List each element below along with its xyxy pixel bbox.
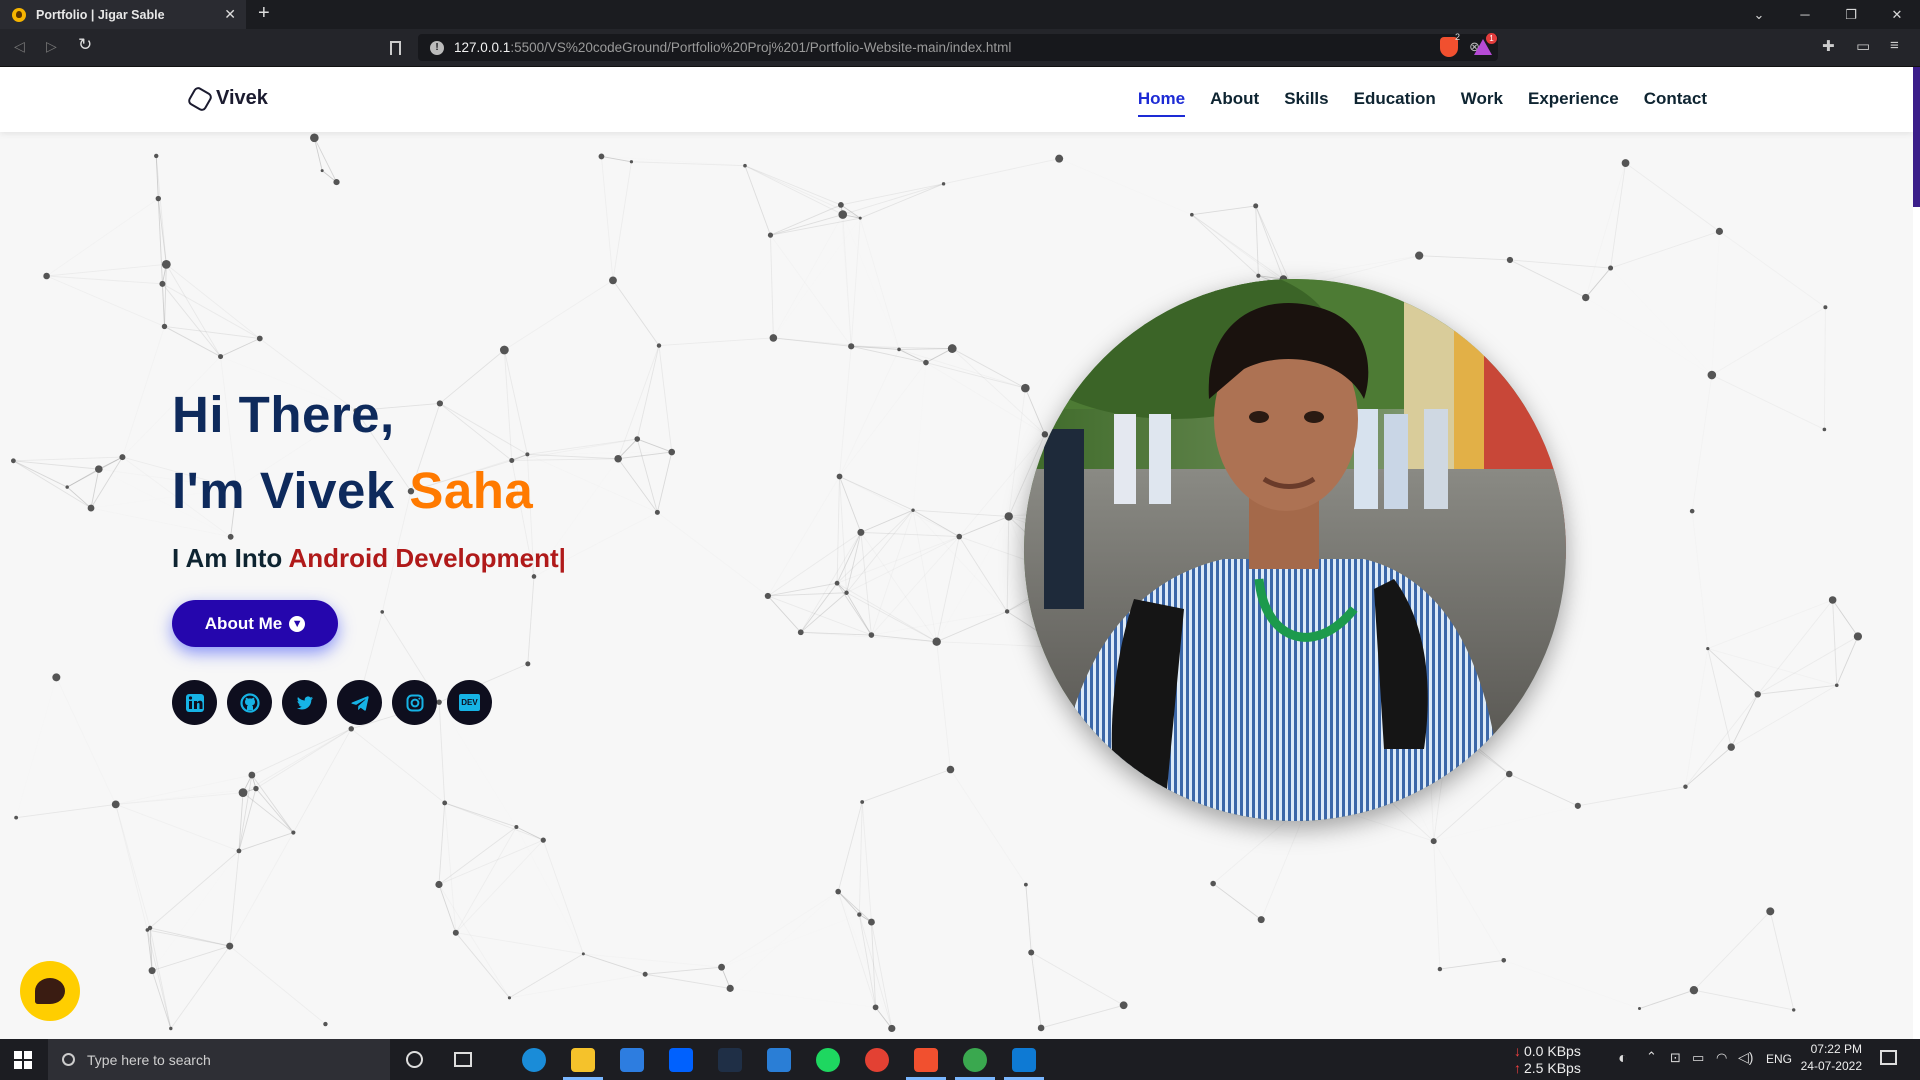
site-header: Vivek Home About Skills Education Work E…	[0, 67, 1913, 132]
clock-date: 24-07-2022	[1800, 1059, 1862, 1073]
spotify-icon[interactable]	[816, 1048, 840, 1072]
profile-photo	[1024, 279, 1566, 821]
forward-icon[interactable]: ▷	[46, 38, 57, 55]
cortana-icon[interactable]	[406, 1051, 423, 1068]
about-me-label: About Me	[204, 613, 283, 633]
hero-intro: I Am Into Android Development|	[172, 543, 566, 574]
reload-icon[interactable]: ↻	[78, 35, 92, 55]
browser-tab[interactable]: Portfolio | Jigar Sable ✕	[0, 0, 246, 29]
ms-store-icon[interactable]	[620, 1048, 644, 1072]
search-icon	[62, 1053, 75, 1066]
linkedin-icon[interactable]	[172, 680, 217, 725]
device-icon[interactable]: ⊡	[1670, 1050, 1681, 1066]
battery-icon[interactable]: ▭	[1692, 1050, 1704, 1066]
logo-text: Vivek	[216, 87, 268, 109]
minimize-button[interactable]: ─	[1782, 0, 1828, 29]
address-bar[interactable]: ! 127.0.0.1 :5500/VS%20codeGround/Portfo…	[418, 34, 1498, 61]
tab-favicon-icon	[12, 7, 26, 22]
edge-canary-icon[interactable]	[963, 1048, 987, 1072]
logo-icon	[186, 84, 214, 113]
instagram-icon[interactable]	[392, 680, 437, 725]
browser-toolbar: ◁ ▷ ↻ ! 127.0.0.1 :5500/VS%20codeGround/…	[0, 29, 1920, 67]
bookmark-icon[interactable]	[390, 41, 401, 55]
dev-label: DEV	[459, 694, 480, 711]
alert-badge: 1	[1486, 33, 1497, 44]
github-icon[interactable]	[227, 680, 272, 725]
extensions-icon[interactable]: ✚	[1822, 37, 1835, 55]
nav-work[interactable]: Work	[1461, 89, 1503, 117]
nav-skills[interactable]: Skills	[1284, 89, 1328, 117]
hero-name-prefix: I'm Vivek	[172, 462, 410, 519]
nav-home[interactable]: Home	[1137, 89, 1186, 117]
page-scrollbar[interactable]	[1913, 67, 1920, 1039]
nav-contact[interactable]: Contact	[1644, 89, 1707, 117]
net-down-speed: 0.0 KBps	[1524, 1043, 1581, 1059]
notifications-icon[interactable]	[1880, 1050, 1897, 1065]
back-icon[interactable]: ◁	[14, 38, 25, 55]
file-explorer-icon[interactable]	[571, 1048, 595, 1072]
hero-name: I'm Vivek Saha	[172, 461, 533, 520]
taskbar-search-placeholder: Type here to search	[87, 1051, 211, 1068]
dev-icon[interactable]: DEV	[447, 680, 492, 725]
start-button[interactable]	[14, 1051, 32, 1069]
website-viewport: Vivek Home About Skills Education Work E…	[0, 67, 1920, 1039]
taskbar-search[interactable]: Type here to search	[48, 1039, 390, 1080]
net-up-speed: 2.5 KBps	[1524, 1060, 1581, 1076]
telegram-icon[interactable]	[337, 680, 382, 725]
site-info-icon[interactable]: !	[430, 40, 444, 55]
vscode-icon[interactable]	[1012, 1048, 1036, 1072]
hero-intro-prefix: I Am Into	[172, 543, 289, 573]
typed-text: Android Development|	[288, 543, 566, 573]
language-indicator[interactable]: ENG	[1766, 1052, 1792, 1066]
scrollbar-thumb[interactable]	[1913, 67, 1920, 207]
hero-greeting: Hi There,	[172, 386, 395, 443]
chat-icon	[35, 978, 65, 1004]
url-host: 127.0.0.1	[454, 40, 511, 55]
social-links: DEV	[172, 680, 492, 725]
tab-search-chevron-icon[interactable]: ⌄	[1736, 0, 1782, 29]
wallet-icon[interactable]: ▭	[1856, 37, 1870, 55]
brave-badge: 2	[1455, 32, 1461, 42]
nav-about[interactable]: About	[1210, 89, 1259, 117]
mail-icon[interactable]	[767, 1048, 791, 1072]
tab-close-icon[interactable]: ✕	[224, 6, 236, 23]
volume-icon[interactable]: ◁)	[1738, 1049, 1753, 1066]
hero-name-accent: Saha	[409, 462, 534, 519]
main-nav: Home About Skills Education Work Experie…	[1113, 89, 1707, 117]
restore-button[interactable]: ❐	[1828, 0, 1874, 29]
profile-photo-image	[1024, 279, 1566, 821]
brave-icon[interactable]	[914, 1048, 938, 1072]
nav-experience[interactable]: Experience	[1528, 89, 1619, 117]
chevron-up-icon[interactable]: ⌃	[1646, 1049, 1657, 1065]
task-view-icon[interactable]	[454, 1052, 472, 1067]
chrome-icon[interactable]	[865, 1048, 889, 1072]
tab-title: Portfolio | Jigar Sable	[36, 7, 165, 22]
arrow-down-icon: ▼	[289, 615, 306, 632]
flutter-icon[interactable]	[718, 1048, 742, 1072]
close-window-button[interactable]: ✕	[1874, 0, 1920, 29]
new-tab-button[interactable]: +	[258, 2, 270, 25]
chat-widget-button[interactable]	[20, 961, 80, 1021]
nav-education[interactable]: Education	[1354, 89, 1436, 117]
clock[interactable]: 07:22 PM 24-07-2022	[1798, 1042, 1862, 1073]
windows-taskbar: Type here to search ↓ 0.0 KBps ↑ 2.5 KBps …	[0, 1039, 1920, 1080]
wifi-icon[interactable]: ◠	[1716, 1050, 1727, 1066]
edge-icon[interactable]	[522, 1048, 546, 1072]
clock-time: 07:22 PM	[1810, 1042, 1862, 1056]
dropbox-icon[interactable]	[669, 1048, 693, 1072]
url-path: :5500/VS%20codeGround/Portfolio%20Proj%2…	[510, 40, 1012, 55]
about-me-button[interactable]: About Me ▼	[172, 600, 338, 647]
browser-tab-bar: Portfolio | Jigar Sable ✕ + ⌄ ─ ❐ ✕	[0, 0, 1920, 29]
twitter-icon[interactable]	[282, 680, 327, 725]
menu-icon[interactable]: ≡	[1890, 37, 1899, 54]
site-logo[interactable]: Vivek	[186, 84, 268, 113]
edge-tray-icon[interactable]: ◐	[1618, 1050, 1628, 1068]
